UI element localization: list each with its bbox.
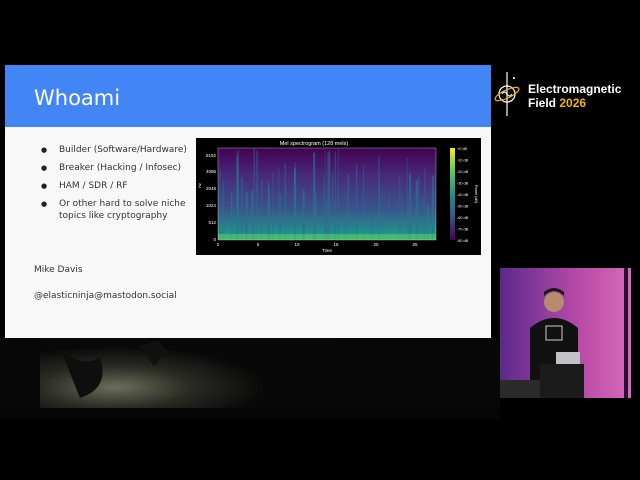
spectrogram-streak — [408, 191, 410, 240]
spectrogram-streak — [347, 174, 349, 240]
slide-header: Whoami — [5, 65, 491, 127]
spectrogram-streak — [219, 169, 221, 240]
colorbar-tick: -60 dB — [457, 216, 469, 220]
bullet-item: HAM / SDR / RF — [41, 180, 189, 192]
emf-brand: Electromagnetic Field 2026 — [492, 62, 640, 122]
spectrogram-streak — [388, 190, 390, 240]
bullet-item: Builder (Software/Hardware) — [41, 144, 189, 156]
spectrogram-streak — [411, 182, 412, 240]
spectrogram-streak — [246, 191, 249, 240]
colorbar-tick: -20 dB — [457, 170, 469, 174]
x-tick-label: 15 — [333, 242, 339, 247]
spectrogram-streak — [381, 187, 383, 240]
spectrogram-streak — [324, 151, 326, 240]
emf-logo-icon — [494, 72, 520, 116]
spectrogram-streak — [329, 150, 331, 240]
y-tick-label: 4096 — [206, 169, 217, 174]
spectrogram-streak — [363, 164, 364, 240]
colorbar — [450, 148, 455, 240]
spectrogram-streak — [303, 197, 305, 240]
spectrogram-streak — [401, 193, 403, 240]
spectrogram-streak — [344, 187, 346, 240]
colorbar-tick: -70 dB — [457, 228, 469, 232]
author-name: Mike Davis — [34, 265, 83, 275]
colorbar-tick: -40 dB — [457, 193, 469, 197]
x-tick-label: 20 — [373, 242, 379, 247]
spectrogram-streak — [251, 190, 253, 240]
mastodon-handle: @elasticninja@mastodon.social — [34, 291, 177, 301]
spectrogram-streak — [424, 167, 426, 240]
spectrogram-streak — [431, 187, 433, 240]
spectrogram-streak — [323, 175, 324, 240]
spectrogram-streak — [378, 179, 380, 240]
y-axis-label: Hz — [197, 183, 202, 188]
bullet-item: Or other hard to solve niche topics like… — [41, 198, 189, 222]
colorbar-tick: -50 dB — [457, 205, 469, 209]
spectrogram-streak — [417, 175, 420, 240]
spectrogram-streak — [272, 172, 274, 240]
spectrogram-streak — [256, 151, 259, 240]
y-tick-label: 1024 — [206, 203, 217, 208]
slide-title: Whoami — [34, 86, 121, 110]
colorbar-tick: -30 dB — [457, 182, 469, 186]
spectrogram-streak — [253, 148, 255, 240]
spectrogram-streak — [313, 152, 316, 240]
spectrogram-streak — [237, 166, 239, 240]
spectrogram-streak — [323, 181, 325, 240]
spectrogram-streak — [334, 151, 336, 240]
spectrogram-title: Mel spectrogram (128 mels) — [280, 141, 349, 147]
x-axis-label: Time — [322, 248, 332, 253]
brand-name-line2: Field 2026 — [528, 96, 586, 110]
spectrogram-streak — [338, 182, 339, 240]
colorbar-tick: -80 dB — [457, 239, 469, 243]
spectrogram-streak — [399, 175, 401, 240]
brand-field-word: Field — [528, 96, 557, 110]
spectrogram-streak — [222, 180, 225, 240]
bullet-item: Breaker (Hacking / Infosec) — [41, 162, 189, 174]
spectrogram-streak — [267, 185, 270, 240]
x-tick-label: 5 — [257, 242, 260, 247]
spectrogram-streak — [327, 152, 330, 240]
spectrogram-streak — [332, 173, 333, 240]
colorbar-tick: -10 dB — [457, 159, 469, 163]
speaker-video-icon — [500, 268, 631, 398]
x-tick-label: 25 — [412, 242, 418, 247]
spectrogram-streak — [231, 192, 233, 240]
spectrogram-streak — [415, 180, 418, 240]
spectrogram-streak — [315, 192, 317, 240]
spectrogram-streak — [241, 176, 243, 240]
x-tick-label: 0 — [217, 242, 220, 247]
colorbar-label: Power (dB) — [474, 185, 478, 203]
colorbar-tick: +0 dB — [457, 147, 467, 151]
brand-year: 2026 — [559, 96, 587, 110]
y-tick-label: 512 — [208, 220, 216, 225]
spectrogram-streak — [294, 168, 297, 240]
spectrogram-streak — [240, 172, 242, 240]
spectrogram-streak — [278, 168, 280, 240]
x-tick-label: 10 — [294, 242, 300, 247]
brand-name-line1: Electromagnetic — [528, 82, 622, 96]
spectrogram-streak — [279, 194, 281, 240]
spectrogram-streak — [356, 164, 358, 240]
y-tick-label: 8192 — [206, 153, 217, 158]
presentation-slide: Whoami Builder (Software/Hardware) Break… — [5, 65, 491, 338]
spectrogram-streak — [284, 184, 286, 240]
bullet-list: Builder (Software/Hardware) Breaker (Hac… — [41, 144, 189, 228]
spectrogram-streak — [261, 179, 263, 240]
spectrogram-streak — [235, 152, 237, 240]
spectrogram-streak — [409, 168, 411, 240]
mel-spectrogram-figure: Mel spectrogram (128 mels) Hz Time 8192 … — [196, 138, 481, 255]
spectrogram-svg: Mel spectrogram (128 mels) Hz Time 8192 … — [197, 141, 478, 253]
background-stage-image — [0, 338, 500, 420]
y-tick-label: 2048 — [206, 186, 217, 191]
spectrogram-low-band — [218, 234, 436, 240]
spectrogram-streak — [422, 196, 424, 240]
spectrogram-streak — [406, 158, 408, 240]
